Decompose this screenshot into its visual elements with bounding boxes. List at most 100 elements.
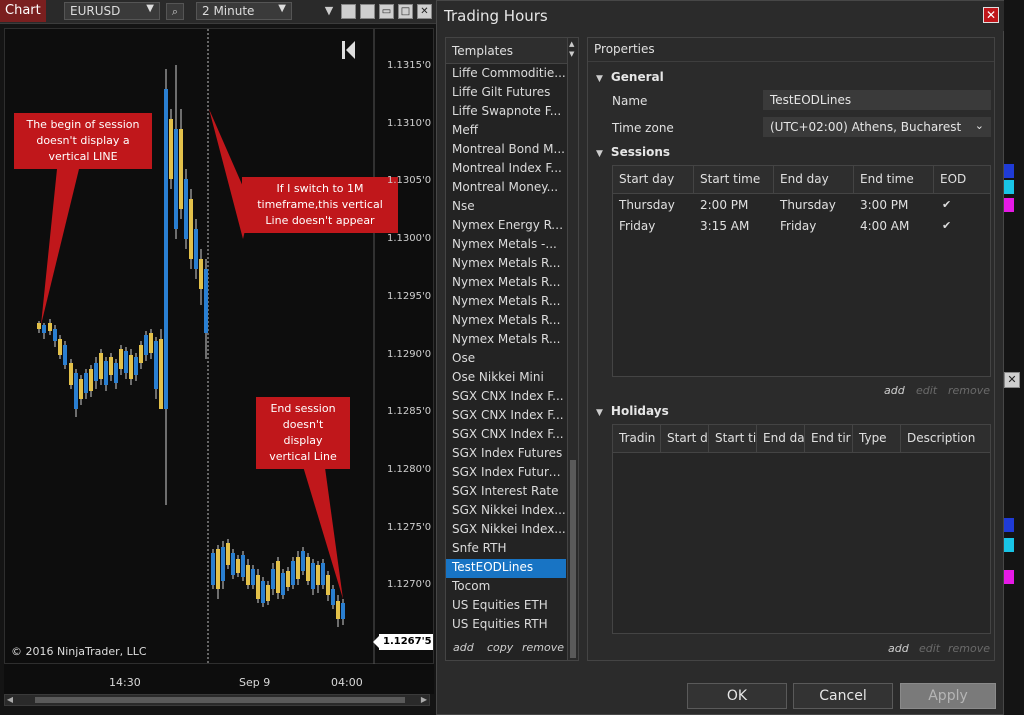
chart-plot-area[interactable]: The begin of session doesn't display a v… bbox=[4, 28, 434, 665]
scroll-left-icon[interactable]: ◀ bbox=[5, 695, 15, 705]
candle-body bbox=[37, 323, 41, 329]
minimize-icon[interactable] bbox=[360, 4, 375, 19]
search-icon[interactable]: ⌕ bbox=[166, 3, 184, 20]
list-item[interactable]: Ose Nikkei Mini bbox=[446, 369, 566, 388]
timezone-select[interactable]: (UTC+02:00) Athens, Bucharest ⌄ bbox=[763, 117, 991, 137]
dropdown-arrow-icon[interactable]: ▼ bbox=[320, 3, 338, 20]
scroll-down-icon[interactable]: ▼ bbox=[569, 50, 574, 58]
candle-body bbox=[189, 199, 193, 259]
list-item[interactable]: SGX CNX Index F... bbox=[446, 407, 566, 426]
templates-scrollbar[interactable]: ▲ ▼ bbox=[567, 38, 578, 660]
column-header[interactable]: Start ti bbox=[709, 425, 757, 453]
column-header[interactable]: EOD bbox=[934, 166, 990, 194]
scroll-thumb[interactable] bbox=[35, 697, 405, 703]
candle-body bbox=[164, 89, 168, 409]
candle-body bbox=[194, 229, 198, 269]
add-session-link[interactable]: add bbox=[884, 384, 905, 397]
close-icon[interactable]: ✕ bbox=[1004, 372, 1020, 388]
session-start-time: 3:15 AM bbox=[700, 219, 750, 233]
candle-body bbox=[301, 551, 305, 571]
edit-session-link[interactable]: edit bbox=[916, 384, 937, 397]
restore-icon[interactable]: ▭ bbox=[379, 4, 394, 19]
edit-holiday-link[interactable]: edit bbox=[919, 642, 940, 655]
list-item[interactable]: Nymex Metals R... bbox=[446, 312, 566, 331]
list-item[interactable]: Montreal Bond M... bbox=[446, 141, 566, 160]
list-item[interactable]: Montreal Money... bbox=[446, 179, 566, 198]
callout-switch-timeframe: If I switch to 1M timeframe,this vertica… bbox=[242, 177, 398, 233]
list-item[interactable]: Nymex Metals R... bbox=[446, 293, 566, 312]
list-item[interactable]: SGX Nikkei Index... bbox=[446, 502, 566, 521]
time-label: 14:30 bbox=[109, 676, 141, 689]
ok-button[interactable]: OK bbox=[687, 683, 787, 709]
scroll-thumb[interactable] bbox=[570, 460, 576, 658]
list-item[interactable]: Nymex Metals R... bbox=[446, 331, 566, 350]
list-item[interactable]: Nse bbox=[446, 198, 566, 217]
list-item[interactable]: SGX Index Futures bbox=[446, 445, 566, 464]
interval-select[interactable]: 2 Minute ▼ bbox=[196, 2, 292, 20]
list-item[interactable]: SGX Nikkei Index... bbox=[446, 521, 566, 540]
candle-body bbox=[266, 585, 270, 601]
column-header[interactable]: Start time bbox=[694, 166, 774, 194]
eod-checkbox[interactable]: ✔ bbox=[942, 198, 951, 211]
list-item[interactable]: Liffe Commoditie... bbox=[446, 65, 566, 84]
price-tick-label: 1.1295'0 bbox=[387, 290, 432, 302]
column-header[interactable]: End time bbox=[854, 166, 934, 194]
list-item[interactable]: US Equities ETH bbox=[446, 597, 566, 616]
list-item[interactable]: SGX CNX Index F... bbox=[446, 426, 566, 445]
list-item[interactable]: SGX Interest Rate bbox=[446, 483, 566, 502]
candle-body bbox=[336, 601, 340, 619]
session-end-day: Friday bbox=[780, 219, 817, 233]
list-item[interactable]: SGX Index Future... bbox=[446, 464, 566, 483]
scroll-right-icon[interactable]: ▶ bbox=[419, 695, 429, 705]
list-item[interactable]: Ose bbox=[446, 350, 566, 369]
close-icon[interactable]: ✕ bbox=[417, 4, 432, 19]
list-item[interactable]: Meff bbox=[446, 122, 566, 141]
column-header[interactable]: Description bbox=[901, 425, 990, 453]
remove-template-link[interactable]: remove bbox=[522, 641, 564, 654]
list-item[interactable]: Nymex Metals R... bbox=[446, 274, 566, 293]
eod-checkbox[interactable]: ✔ bbox=[942, 219, 951, 232]
close-icon[interactable]: ✕ bbox=[983, 7, 999, 23]
add-template-link[interactable]: add bbox=[453, 641, 474, 654]
list-item[interactable]: TestEODLines bbox=[446, 559, 566, 578]
list-item[interactable]: Nymex Metals R... bbox=[446, 255, 566, 274]
list-item[interactable]: Nymex Metals -... bbox=[446, 236, 566, 255]
list-item[interactable]: Nymex Energy RTH bbox=[446, 217, 566, 236]
list-item[interactable]: Snfe RTH bbox=[446, 540, 566, 559]
list-item[interactable]: Montreal Index F... bbox=[446, 160, 566, 179]
remove-session-link[interactable]: remove bbox=[948, 384, 990, 397]
color-swatch bbox=[1004, 180, 1014, 194]
session-start-day: Thursday bbox=[619, 198, 675, 212]
list-item[interactable]: Liffe Swapnote F... bbox=[446, 103, 566, 122]
column-header[interactable]: Start day bbox=[613, 166, 694, 194]
column-header[interactable]: End tir bbox=[805, 425, 853, 453]
chart-tab[interactable]: Chart bbox=[0, 0, 46, 22]
list-item[interactable]: US Equities RTH bbox=[446, 616, 566, 631]
column-header[interactable]: Start d bbox=[661, 425, 709, 453]
window-option-icon[interactable] bbox=[341, 4, 356, 19]
holidays-section-header[interactable]: ▼ Holidays bbox=[596, 404, 669, 418]
skip-to-end-icon[interactable] bbox=[341, 39, 357, 61]
sessions-section-header[interactable]: ▼ Sessions bbox=[596, 145, 670, 159]
copy-template-link[interactable]: copy bbox=[487, 641, 513, 654]
column-header[interactable]: Type bbox=[853, 425, 901, 453]
column-header[interactable]: End day bbox=[774, 166, 854, 194]
maximize-icon[interactable]: □ bbox=[398, 4, 413, 19]
add-holiday-link[interactable]: add bbox=[888, 642, 909, 655]
list-item[interactable]: Liffe Gilt Futures bbox=[446, 84, 566, 103]
name-field[interactable]: TestEODLines bbox=[763, 90, 991, 110]
cancel-button[interactable]: Cancel bbox=[793, 683, 893, 709]
instrument-select[interactable]: EURUSD ▼ bbox=[64, 2, 160, 20]
price-tick-label: 1.1315'0 bbox=[387, 60, 432, 71]
general-section-header[interactable]: ▼ General bbox=[596, 70, 664, 84]
apply-button[interactable]: Apply bbox=[900, 683, 996, 709]
templates-list: Liffe Commoditie... Liffe Gilt Futures Lif… bbox=[446, 65, 566, 631]
candle-body bbox=[281, 573, 285, 595]
column-header[interactable]: Tradin bbox=[613, 425, 661, 453]
chart-scrollbar[interactable]: ◀ ▶ bbox=[4, 694, 430, 706]
remove-holiday-link[interactable]: remove bbox=[948, 642, 990, 655]
list-item[interactable]: SGX CNX Index F... bbox=[446, 388, 566, 407]
column-header[interactable]: End da bbox=[757, 425, 805, 453]
scroll-up-icon[interactable]: ▲ bbox=[569, 40, 574, 48]
list-item[interactable]: Tocom bbox=[446, 578, 566, 597]
